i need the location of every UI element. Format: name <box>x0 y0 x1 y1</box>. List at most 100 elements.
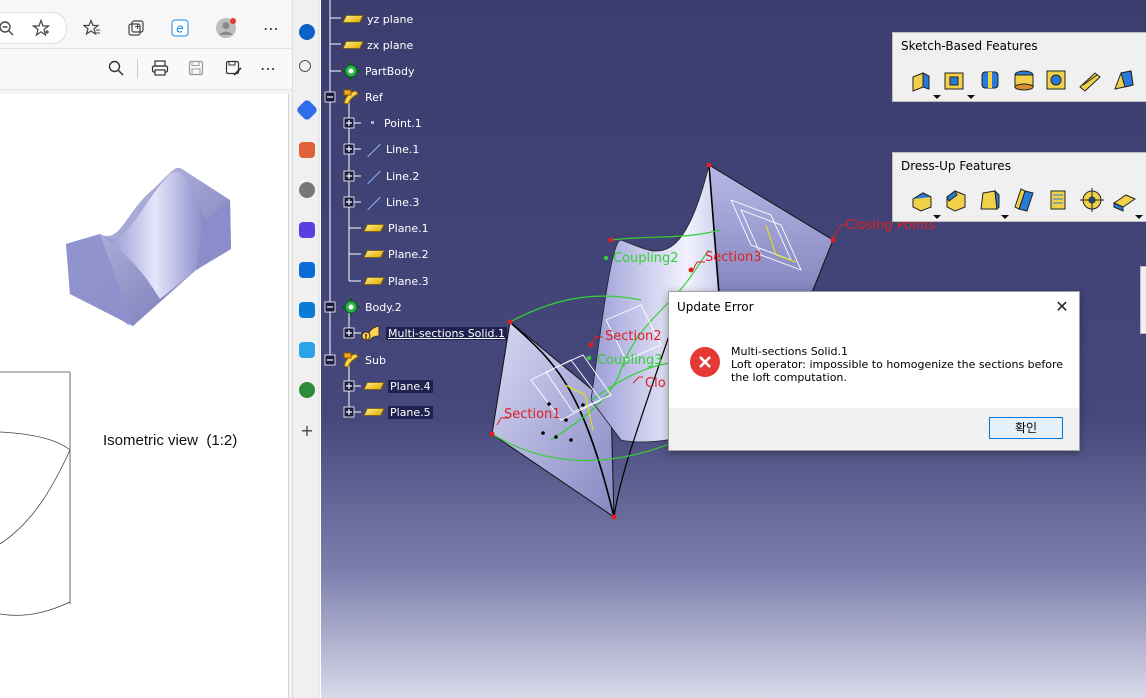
tree-node-multi-sections-solid1[interactable]: ! Multi-sections Solid.1 <box>361 324 508 342</box>
zoom-icon[interactable] <box>0 16 18 40</box>
coupling2-label[interactable]: Coupling2 <box>613 251 679 266</box>
favorites-icon[interactable] <box>80 16 104 40</box>
tree-node-sub[interactable]: Sub <box>342 351 386 369</box>
sketch-based-features-toolbar: Sketch-Based Features <box>892 32 1146 102</box>
plane-icon <box>363 408 385 416</box>
section2-label[interactable]: Section2 <box>605 329 662 344</box>
dialog-message: Multi-sections Solid.1 Loft operator: im… <box>731 345 1066 384</box>
tree-node-plane3[interactable]: Plane.3 <box>363 272 429 290</box>
thickness-icon[interactable] <box>1045 187 1071 213</box>
more-options-icon[interactable]: ⋯ <box>256 56 280 80</box>
toolbar-divider <box>137 59 138 79</box>
thread-icon[interactable] <box>1079 187 1105 213</box>
close-icon[interactable]: ✕ <box>1051 296 1073 318</box>
dropdown-arrow-icon[interactable] <box>933 215 941 219</box>
geometrical-set-icon <box>343 352 359 368</box>
add-favorite-icon[interactable] <box>29 16 53 40</box>
line-icon <box>365 196 381 208</box>
dropdown-arrow-icon[interactable] <box>1135 215 1143 219</box>
more-icon[interactable]: ⋯ <box>259 16 283 40</box>
collections-icon[interactable] <box>124 16 148 40</box>
plane-icon <box>342 15 364 23</box>
update-error-dialog: Update Error ✕ Multi-sections Solid.1 Lo… <box>668 291 1080 451</box>
dress-up-features-toolbar: Dress-Up Features <box>892 152 1146 222</box>
search-icon[interactable] <box>104 56 128 80</box>
tree-app-icon[interactable] <box>299 382 315 398</box>
edge-sidebar: + <box>292 0 320 698</box>
ie-mode-icon[interactable]: e <box>168 16 192 40</box>
error-description: Loft operator: impossible to homogenize … <box>731 358 1064 384</box>
shopping-icon[interactable] <box>295 98 319 122</box>
plane-icon <box>363 224 385 232</box>
draft-icon[interactable] <box>977 187 1003 213</box>
tree-node-plane2[interactable]: Plane.2 <box>363 245 429 263</box>
svg-text:e: e <box>176 22 183 36</box>
plane-icon <box>363 382 385 390</box>
add-sidebar-app-icon[interactable]: + <box>299 423 315 440</box>
section3-label[interactable]: Section3 <box>705 250 762 265</box>
plane-icon <box>363 277 385 285</box>
groove-icon[interactable] <box>1043 67 1069 93</box>
search-sidebar-icon[interactable] <box>299 60 311 72</box>
tree-node-point1[interactable]: Point.1 <box>365 114 422 132</box>
ok-button[interactable]: 확인 <box>989 417 1063 439</box>
remove-face-icon[interactable] <box>1111 187 1137 213</box>
error-icon <box>690 347 720 377</box>
tree-node-line2[interactable]: Line.2 <box>365 167 419 185</box>
rib-icon[interactable] <box>1077 67 1103 93</box>
tree-node-plane5[interactable]: Plane.5 <box>363 403 433 421</box>
office-icon[interactable] <box>299 302 315 318</box>
tree-node-plane4[interactable]: Plane.4 <box>363 377 433 395</box>
pdf-toolbar: ⋯ <box>0 48 292 90</box>
dropdown-arrow-icon[interactable] <box>1001 215 1009 219</box>
pocket-icon[interactable] <box>941 67 967 93</box>
error-feature-name: Multi-sections Solid.1 <box>731 345 849 358</box>
shaft-icon[interactable] <box>977 67 1003 93</box>
point-icon <box>365 117 379 129</box>
tree-node-line1[interactable]: Line.1 <box>365 140 419 158</box>
loft-warning-icon: ! <box>361 325 380 342</box>
tree-node-zx-plane[interactable]: zx plane <box>342 36 413 54</box>
plane-icon <box>363 250 385 258</box>
toolbar-title: Dress-Up Features <box>901 159 1011 173</box>
coupling3-label[interactable]: Coupling3 <box>597 353 663 368</box>
dialog-footer: 확인 <box>669 408 1079 450</box>
chamfer-icon[interactable] <box>943 187 969 213</box>
gear-icon <box>342 298 360 316</box>
closing-point-label-partial[interactable]: Clo <box>645 376 666 391</box>
save-icon[interactable] <box>184 56 208 80</box>
dropdown-arrow-icon[interactable] <box>967 95 975 99</box>
tree-node-partbody[interactable]: PartBody <box>342 62 414 80</box>
save-as-icon[interactable] <box>221 56 245 80</box>
hole-icon[interactable] <box>1011 67 1037 93</box>
edge-fillet-icon[interactable] <box>909 187 935 213</box>
print-icon[interactable] <box>148 56 172 80</box>
profile-avatar-icon[interactable] <box>214 16 238 40</box>
tree-node-yz-plane[interactable]: yz plane <box>342 10 413 28</box>
copilot-icon[interactable] <box>299 24 315 40</box>
multi-sections-solid-icon[interactable] <box>1111 67 1137 93</box>
tools-icon[interactable] <box>299 142 315 158</box>
telegram-icon[interactable] <box>299 342 315 358</box>
window-divider[interactable] <box>318 0 320 698</box>
tree-node-ref[interactable]: Ref <box>342 88 383 106</box>
dropdown-arrow-icon[interactable] <box>933 95 941 99</box>
games-icon[interactable] <box>299 222 315 238</box>
tree-node-body2[interactable]: Body.2 <box>342 298 402 316</box>
isometric-view-caption: Isometric view (1:2) <box>103 432 238 449</box>
gear-icon <box>342 62 360 80</box>
shell-icon[interactable] <box>1011 187 1037 213</box>
people-icon[interactable] <box>299 182 315 198</box>
outlook-icon[interactable] <box>299 262 315 278</box>
svg-text:!: ! <box>364 333 367 341</box>
tree-node-line3[interactable]: Line.3 <box>365 193 419 211</box>
geometrical-set-icon <box>343 89 359 105</box>
toolbar-title: Sketch-Based Features <box>901 39 1038 53</box>
isometric-part-drawing <box>0 167 231 616</box>
offscreen-toolbar[interactable] <box>1140 266 1146 334</box>
pad-icon[interactable] <box>907 67 933 93</box>
plane-icon <box>342 41 364 49</box>
line-icon <box>365 143 381 155</box>
tree-node-plane1[interactable]: Plane.1 <box>363 219 429 237</box>
pdf-page: Isometric view (1:2) <box>0 94 289 698</box>
